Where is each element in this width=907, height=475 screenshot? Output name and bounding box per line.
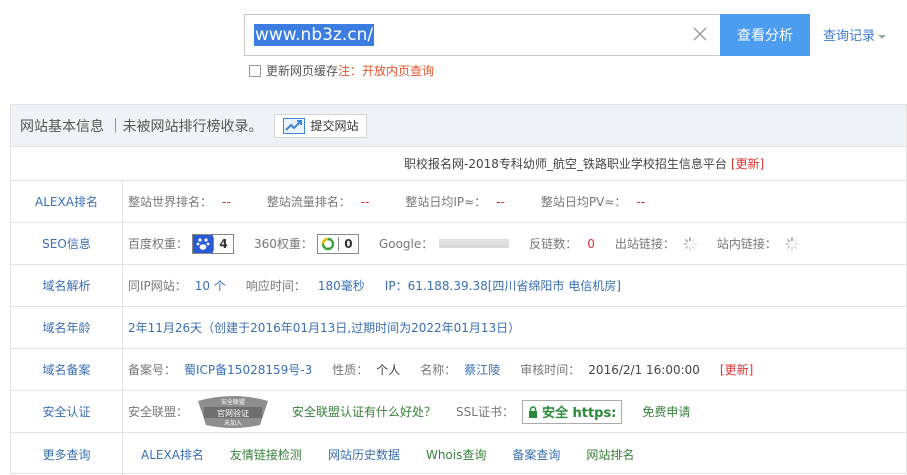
more-queries-row: 更多查询 ALEXA排名 友情链接检测 网站历史数据 Whois查询 备案查询 … [11,433,906,475]
daily-pv-label: 整站日均PV≈： [540,195,627,209]
response-value: 180毫秒 [317,279,365,293]
daily-ip-value: -- [496,194,505,209]
ip-location[interactable]: IP：61.188.39.38[四川省绵阳市 电信机房] [385,277,621,294]
more-link-friend-links[interactable]: 友情链接检测 [230,446,302,463]
site-title-row: 职校报名网-2018专科幼师_航空_铁路职业学校招生信息平台 [更新] [11,147,906,181]
s360-weight-badge[interactable]: 0 [316,233,359,254]
domain-age-row: 域名年龄 2年11月26天（创建于2016年01月13日,过期时间为2022年0… [11,307,906,349]
seal-mid-text: 官网验证 [217,408,249,418]
ssl-label: SSL证书： [456,405,514,419]
loading-spinner-icon [683,236,697,251]
site-title: 职校报名网-2018专科幼师_航空_铁路职业学校招生信息平台 [404,157,727,171]
traffic-rank-value: -- [360,194,370,209]
search-input[interactable]: www.nb3z.cn/ [254,24,375,46]
alliance-benefit-link[interactable]: 安全联盟认证有什么好处？ [292,403,436,420]
baidu-weight-badge[interactable]: 4 [192,233,235,254]
icp-no-value[interactable]: 蜀ICP备15028159号-3 [184,361,312,378]
baidu-weight-label: 百度权重： [128,237,189,251]
more-link-icp[interactable]: 备案查询 [512,446,560,463]
search-box[interactable]: www.nb3z.cn/ [244,14,724,56]
google-label: Google： [378,237,434,251]
s360-weight-value: 0 [337,236,358,251]
icp-nature-label: 性质： [332,363,369,377]
alexa-row: ALEXA排名 整站世界排名： -- 整站流量排名： -- 整站日均IP≈： -- 整… [11,181,906,223]
inbound-label: 站内链接： [716,237,777,251]
more-queries-label[interactable]: 更多查询 [11,433,123,475]
baidu-paw-icon [193,234,214,253]
site-info-panel: 网站基本信息 ｜未被网站排行榜收录。 提交网站 职校报名网-2018专科幼师_航… [10,104,907,475]
more-link-site-rank[interactable]: 网站排名 [586,446,634,463]
ssl-https-label: 安全 https: [541,406,617,421]
history-label: 查询记录 [823,29,876,44]
domain-age-value: 2年11月26天（创建于2016年01月13日,过期时间为2022年01月13日… [128,321,521,335]
outbound-label: 出站链接： [614,237,675,251]
dns-label[interactable]: 域名解析 [11,265,123,306]
icp-label[interactable]: 域名备案 [11,349,123,390]
more-link-whois[interactable]: Whois查询 [426,446,486,463]
free-apply-link[interactable]: 免费申请 [642,403,690,420]
cache-label: 更新网页缓存 [266,64,339,78]
ssl-https-badge[interactable]: 安全 https: [521,399,623,424]
seal-top-text: 安全联盟 [221,398,245,406]
security-row: 安全认证 安全联盟： 安全联盟 官网验证 未加入 安全联盟认证有什么好处？ SS… [11,391,906,433]
history-dropdown[interactable]: 查询记录 [823,25,887,44]
panel-header: 网站基本信息 ｜未被网站排行榜收录。 提交网站 [11,105,906,147]
icp-name-value[interactable]: 蔡江陵 [464,361,500,378]
seo-row: SEO信息 百度权重： 4 360权重： 0 Google： 反链数： 0 出站… [11,223,906,265]
icp-name-label: 名称： [420,363,457,377]
submit-site-button[interactable]: 提交网站 [274,113,368,138]
domain-age-label[interactable]: 域名年龄 [11,307,123,348]
chevron-down-icon [878,34,887,39]
update-title-link[interactable]: [更新] [731,155,764,172]
same-ip-value[interactable]: 10 个 [195,277,226,294]
s360-logo-icon [318,235,338,253]
seal-bot-text: 未加入 [224,419,242,427]
icp-time-value: 2016/2/1 16:00:00 [588,362,700,377]
daily-pv-value: -- [636,194,646,209]
world-rank-label: 整站世界排名： [128,195,213,209]
google-pr-bar [439,239,510,248]
alexa-label[interactable]: ALEXA排名 [11,181,123,222]
more-link-history[interactable]: 网站历史数据 [328,446,400,463]
seo-label[interactable]: SEO信息 [11,223,123,264]
more-link-alexa[interactable]: ALEXA排名 [141,446,204,463]
cache-option: 更新网页缓存 注：开放内页查询 [249,62,434,79]
trend-chart-icon [283,117,306,134]
backlinks-value[interactable]: 0 [587,237,595,251]
icp-no-label: 备案号： [128,363,177,377]
analyze-button[interactable]: 查看分析 [720,14,810,56]
loading-spinner-icon [785,236,799,251]
icp-nature-value: 个人 [376,363,401,377]
cache-checkbox[interactable] [249,64,261,77]
icp-row: 域名备案 备案号： 蜀ICP备15028159号-3 性质： 个人 名称： 蔡江陵 审… [11,349,906,391]
traffic-rank-label: 整站流量排名： [266,195,351,209]
s360-weight-label: 360权重： [254,237,313,251]
security-label[interactable]: 安全认证 [11,391,123,432]
icp-time-label: 审核时间： [520,363,581,377]
same-ip-label: 同IP网站： [128,279,187,293]
alliance-seal-icon[interactable]: 安全联盟 官网验证 未加入 [194,395,272,429]
close-icon[interactable] [691,25,709,43]
icp-update-link[interactable]: [更新] [720,361,753,378]
world-rank-value: -- [222,194,231,209]
submit-site-label: 提交网站 [310,119,359,133]
cache-note: 注：开放内页查询 [338,64,435,78]
daily-ip-label: 整站日均IP≈： [405,195,487,209]
panel-title: 网站基本信息 ｜未被网站排行榜收录。 [20,118,263,135]
backlinks-label: 反链数： [529,237,578,251]
response-label: 响应时间： [245,279,306,293]
dns-row: 域名解析 同IP网站： 10 个 响应时间： 180毫秒 IP：61.188.39.… [11,265,906,307]
lock-icon [528,405,537,418]
alliance-label: 安全联盟： [128,405,189,419]
baidu-weight-value: 4 [213,236,233,251]
